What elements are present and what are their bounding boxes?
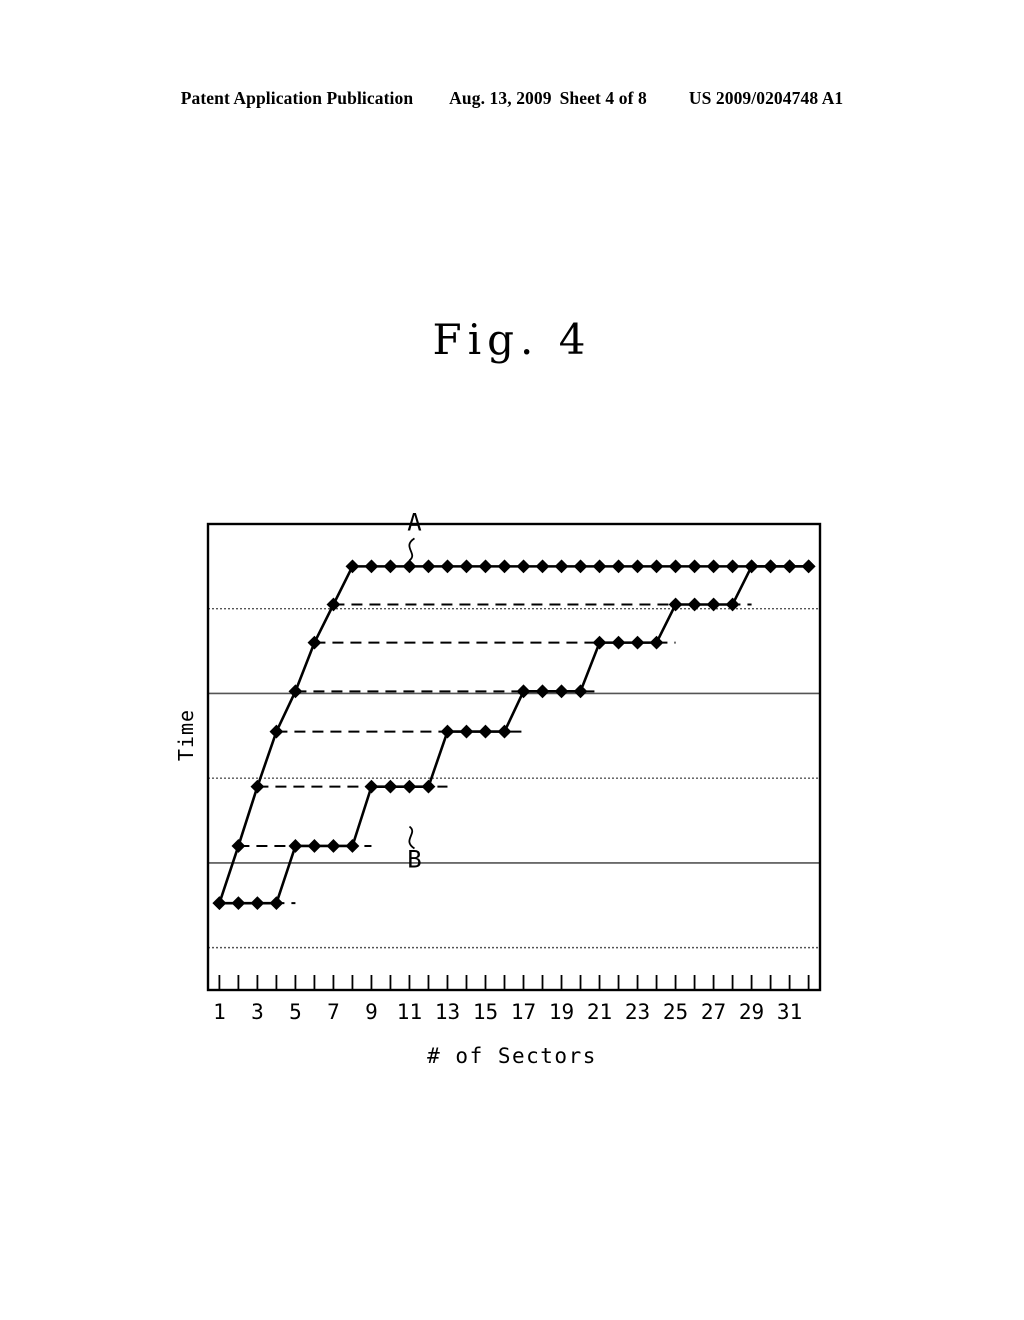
- data-point-marker: [497, 559, 512, 574]
- data-point-marker: [440, 559, 455, 574]
- reference-lines-layer: [219, 603, 752, 905]
- x-axis-title: # of Sectors: [427, 1044, 597, 1068]
- callout-leader-A: [408, 537, 416, 562]
- data-point-marker: [326, 839, 341, 853]
- data-point-marker: [611, 635, 626, 650]
- data-point-marker: [402, 559, 417, 574]
- data-point-marker: [288, 839, 303, 853]
- x-tick-label: 19: [548, 1000, 575, 1024]
- x-axis-ticks-layer: [218, 975, 810, 990]
- x-tick-label: 29: [738, 1000, 765, 1024]
- data-point-marker: [516, 559, 531, 574]
- data-point-marker: [668, 559, 683, 574]
- data-point-marker: [687, 597, 702, 612]
- data-point-marker: [573, 684, 588, 699]
- data-point-marker: [573, 559, 588, 574]
- data-point-marker: [611, 559, 626, 574]
- x-tick-label: 5: [289, 1000, 302, 1024]
- data-point-marker: [307, 635, 322, 650]
- data-point-marker: [364, 779, 379, 794]
- x-tick-label: 9: [365, 1000, 378, 1024]
- data-point-marker: [554, 559, 569, 574]
- data-point-marker: [269, 896, 284, 911]
- x-tick-label: 11: [396, 1000, 423, 1024]
- data-point-marker: [269, 724, 284, 739]
- data-point-marker: [516, 684, 531, 699]
- data-point-marker: [478, 559, 493, 574]
- plot-frame-layer: [206, 522, 822, 992]
- data-point-marker: [459, 724, 474, 739]
- data-point-marker: [725, 559, 740, 574]
- data-point-marker: [649, 559, 664, 574]
- data-point-marker: [383, 779, 398, 794]
- data-point-marker: [459, 559, 474, 574]
- x-tick-label: 3: [251, 1000, 264, 1024]
- x-tick-label: 13: [434, 1000, 461, 1024]
- data-series-layer: [212, 559, 816, 911]
- plot-area: AB: [206, 508, 822, 992]
- data-point-marker: [345, 839, 360, 853]
- callout-label-B: B: [407, 846, 421, 874]
- x-tick-label: 7: [327, 1000, 340, 1024]
- data-point-marker: [687, 559, 702, 574]
- data-point-marker: [231, 839, 246, 853]
- x-tick-label: 25: [662, 1000, 689, 1024]
- data-point-marker: [364, 559, 379, 574]
- data-point-marker: [535, 559, 550, 574]
- grid-lines-layer: [208, 608, 820, 949]
- x-tick-label: 17: [510, 1000, 537, 1024]
- data-point-marker: [383, 559, 398, 574]
- data-point-marker: [630, 635, 645, 650]
- series-line-B: [219, 565, 809, 905]
- data-point-marker: [478, 724, 493, 739]
- data-point-marker: [212, 896, 227, 911]
- data-point-marker: [649, 635, 664, 650]
- data-point-marker: [592, 635, 607, 650]
- data-point-marker: [782, 559, 797, 574]
- data-point-marker: [307, 839, 322, 853]
- plot-frame: [206, 522, 822, 992]
- x-axis-tick-labels: 1 3 5 7 9 11 13 15 17 19 21 23 25 27 29 31: [208, 1000, 820, 1028]
- data-point-marker: [345, 559, 360, 574]
- data-point-marker: [250, 779, 265, 794]
- data-point-marker: [630, 559, 645, 574]
- data-point-marker: [801, 559, 816, 574]
- x-tick-label: 1: [213, 1000, 226, 1024]
- data-point-marker: [421, 779, 436, 794]
- data-point-marker: [440, 724, 455, 739]
- figure-4-chart: Time AB 1 3 5 7 9 11 13 15 17 19 21 23 25 27 29 31 # of…: [0, 0, 1024, 1320]
- x-tick-label: 31: [776, 1000, 803, 1024]
- x-tick-label: 15: [472, 1000, 499, 1024]
- x-tick-label: 21: [586, 1000, 613, 1024]
- data-point-marker: [535, 684, 550, 699]
- callout-label-A: A: [407, 508, 422, 536]
- data-point-marker: [668, 597, 683, 612]
- x-tick-label: 27: [700, 1000, 727, 1024]
- data-point-marker: [231, 896, 246, 911]
- data-point-marker: [288, 684, 303, 699]
- data-point-marker: [592, 559, 607, 574]
- x-tick-label: 23: [624, 1000, 651, 1024]
- data-point-marker: [497, 724, 512, 739]
- data-point-marker: [402, 779, 417, 794]
- data-point-marker: [554, 684, 569, 699]
- data-point-marker: [706, 559, 721, 574]
- series-line-A: [218, 565, 809, 904]
- data-point-marker: [763, 559, 778, 574]
- data-point-marker: [744, 559, 759, 574]
- data-point-marker: [250, 896, 265, 911]
- data-point-marker: [421, 559, 436, 574]
